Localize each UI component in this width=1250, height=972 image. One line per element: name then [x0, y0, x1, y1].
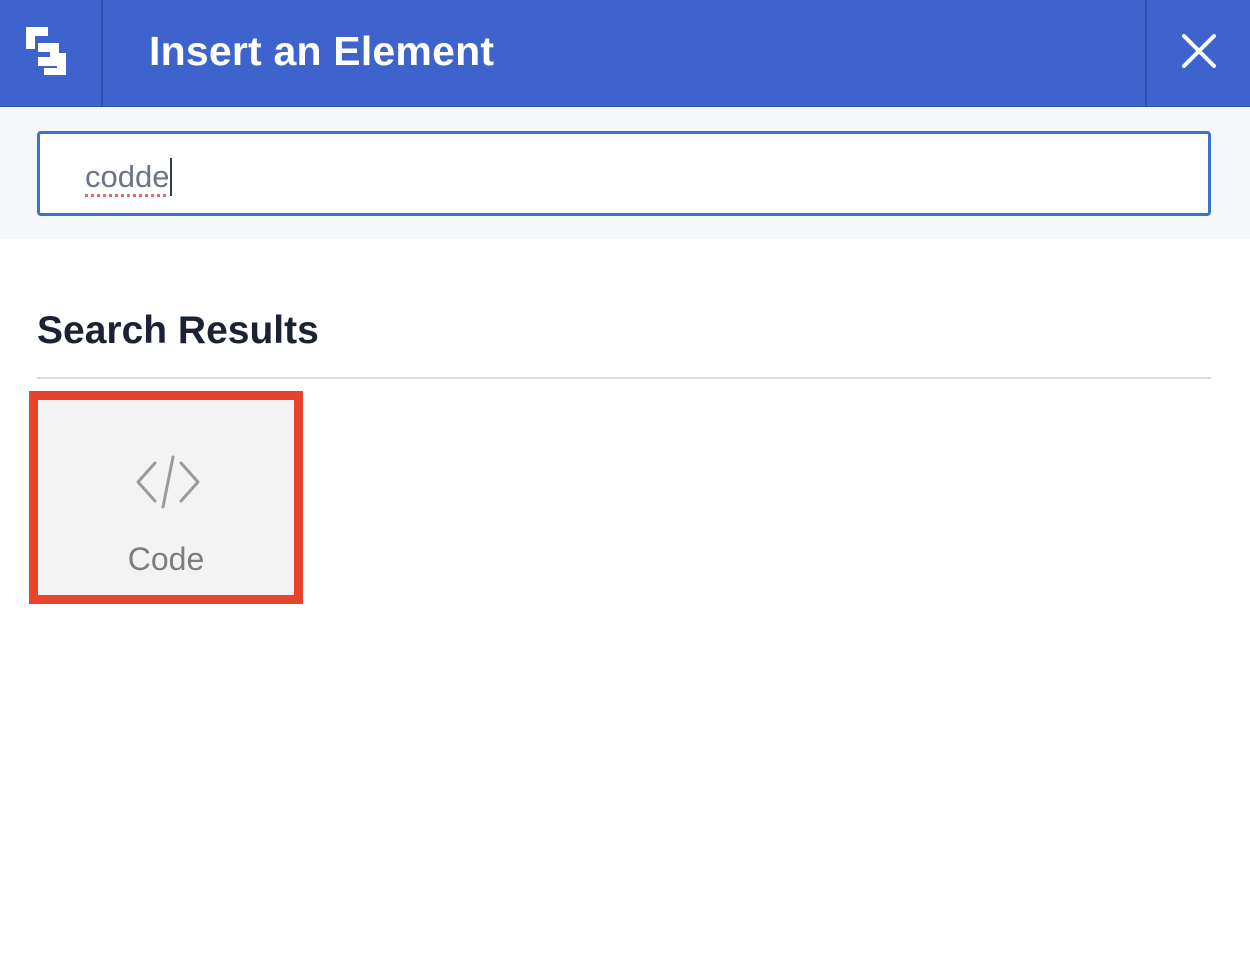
search-input[interactable]: codde: [37, 131, 1211, 216]
close-icon[interactable]: [1181, 34, 1216, 73]
builder-logo-icon: [25, 23, 73, 84]
divider: [37, 377, 1211, 379]
code-icon: [135, 455, 201, 514]
element-card-label: Code: [127, 541, 205, 577]
element-card-code[interactable]: Code: [29, 391, 303, 604]
search-area: codde: [0, 107, 1250, 239]
dialog-title: Insert an Element: [149, 28, 495, 74]
dialog-header: Insert an Element: [0, 0, 1250, 107]
text-caret: [170, 157, 173, 196]
close-button[interactable]: [1145, 0, 1250, 107]
search-input-value: codde: [85, 158, 170, 194]
search-results-heading: Search Results: [37, 309, 319, 352]
logo-area: [0, 0, 103, 107]
